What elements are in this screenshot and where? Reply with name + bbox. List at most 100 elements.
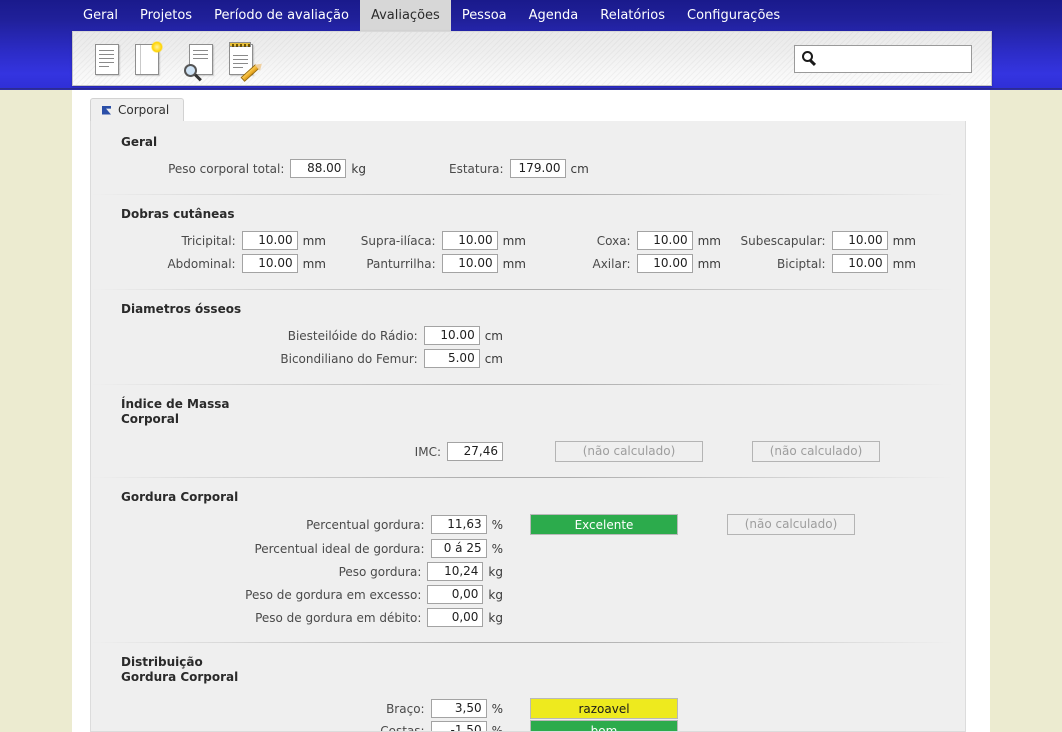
field-biciptal-unit: mm: [892, 256, 916, 271]
section-distribuicao-title: Distribuição Gordura Corporal: [121, 655, 261, 685]
field-percentual-gordura-input[interactable]: [430, 515, 487, 534]
field-costas-unit: %: [491, 723, 503, 732]
field-biesteiloide-do-radio-input[interactable]: [423, 326, 480, 345]
field-peso-gordura-debito-unit: kg: [488, 610, 503, 625]
search-icon: [802, 50, 813, 62]
field-percentual-ideal-unit: %: [491, 541, 503, 556]
nav-item-pessoa[interactable]: Pessoa: [451, 0, 518, 32]
section-gordura-title: Gordura Corporal: [121, 490, 239, 504]
gordura-row-5: Peso de gordura em débito: kg: [121, 608, 965, 627]
section-dobras-cutaneas: Dobras cutâneas Tricipital: mm Supra-ilí…: [91, 195, 965, 273]
gordura-status-2: (não calculado): [727, 514, 855, 535]
list-document-icon[interactable]: [92, 42, 122, 76]
field-bicondiliano-do-femur: Bicondiliano do Femur: cm: [121, 349, 503, 368]
toolbar: [72, 31, 992, 86]
field-peso-gordura-excesso-input[interactable]: [427, 585, 484, 604]
field-panturrilha-unit: mm: [502, 256, 526, 271]
nav-item-agenda[interactable]: Agenda: [518, 0, 590, 32]
field-tricipital-unit: mm: [302, 233, 326, 248]
field-abdominal-label: Abdominal:: [167, 256, 236, 271]
field-braco-unit: %: [491, 701, 503, 716]
field-panturrilha: Panturrilha: mm: [326, 254, 526, 273]
field-biciptal-label: Biciptal:: [777, 256, 826, 271]
field-axilar-label: Axilar:: [592, 256, 631, 271]
field-tricipital-input[interactable]: [241, 231, 298, 250]
section-indice-massa-corporal: Índice de Massa Corporal IMC: (não calcu…: [91, 385, 965, 462]
distribuicao-row-costas: Costas: % bom: [121, 720, 965, 732]
field-costas-input[interactable]: [430, 721, 487, 731]
section-diametros-title: Diametros ósseos: [121, 302, 242, 316]
imc-status-2: (não calculado): [752, 441, 880, 462]
field-costas-label: Costas:: [380, 723, 425, 732]
field-peso-gordura-unit: kg: [488, 564, 503, 579]
field-percentual-gordura-label: Percentual gordura:: [306, 517, 425, 532]
tab-corporal[interactable]: Corporal: [90, 98, 185, 121]
field-subescapular-unit: mm: [892, 233, 916, 248]
field-biciptal-input[interactable]: [831, 254, 888, 273]
field-estatura-input[interactable]: [509, 159, 566, 178]
section-geral-title: Geral: [121, 135, 158, 149]
gordura-row-1: Percentual gordura: % Excelente (não cal…: [121, 514, 965, 535]
field-peso-corporal-total-input[interactable]: [290, 159, 347, 178]
field-estatura: Estatura: cm: [449, 159, 589, 178]
field-imc-label: IMC:: [414, 444, 441, 459]
tab-corporal-label: Corporal: [118, 103, 170, 117]
section-diametros-osseos: Diametros ósseos Biesteilóide do Rádio: …: [91, 290, 965, 368]
nav-item-geral[interactable]: Geral: [72, 0, 129, 32]
document-edit-icon[interactable]: [226, 41, 260, 82]
field-panturrilha-label: Panturrilha:: [366, 256, 436, 271]
imc-status-1: (não calculado): [555, 441, 703, 462]
field-biesteiloide-do-radio-label: Biesteilóide do Rádio:: [287, 328, 418, 343]
field-percentual-gordura-unit: %: [491, 517, 503, 532]
field-bicondiliano-do-femur-input[interactable]: [423, 349, 480, 368]
field-imc-input[interactable]: [447, 442, 503, 461]
field-supra-iliaca: Supra-ilíaca: mm: [326, 231, 526, 250]
main-navigation: Geral Projetos Período de avaliação Aval…: [0, 0, 1062, 32]
gordura-row-2: Percentual ideal de gordura: %: [121, 539, 965, 558]
field-axilar-input[interactable]: [636, 254, 693, 273]
diametros-row-1: Biesteilóide do Rádio: cm: [121, 326, 965, 345]
nav-item-projetos[interactable]: Projetos: [129, 0, 203, 32]
section-geral: Geral Peso corporal total: kg Estatura: …: [91, 121, 965, 178]
field-peso-corporal-total: Peso corporal total: kg: [121, 159, 366, 178]
field-percentual-ideal-input[interactable]: [430, 539, 487, 558]
field-supra-iliaca-input[interactable]: [441, 231, 498, 250]
field-coxa-dobra-unit: mm: [697, 233, 721, 248]
gordura-row-4: Peso de gordura em excesso: kg: [121, 585, 965, 604]
field-tricipital: Tricipital: mm: [121, 231, 326, 250]
field-peso-gordura-debito: Peso de gordura em débito: kg: [121, 608, 503, 627]
new-document-icon[interactable]: [132, 40, 163, 76]
field-peso-corporal-total-label: Peso corporal total:: [168, 161, 285, 176]
field-subescapular-input[interactable]: [831, 231, 888, 250]
field-braco-input[interactable]: [430, 699, 487, 718]
field-axilar: Axilar: mm: [526, 254, 721, 273]
field-bicondiliano-do-femur-label: Bicondiliano do Femur:: [280, 351, 418, 366]
search-input[interactable]: [823, 50, 971, 67]
section-distribuicao-title-text: Distribuição Gordura Corporal: [121, 655, 239, 684]
new-badge-icon: [151, 40, 163, 53]
field-subescapular: Subescapular: mm: [721, 231, 916, 250]
nav-item-relatorios[interactable]: Relatórios: [589, 0, 676, 32]
app-window: Geral Projetos Período de avaliação Aval…: [0, 0, 1062, 732]
field-peso-gordura-debito-label: Peso de gordura em débito:: [255, 610, 422, 625]
gordura-status-badge: Excelente: [530, 514, 678, 535]
field-supra-iliaca-unit: mm: [502, 233, 526, 248]
field-coxa-dobra-input[interactable]: [636, 231, 693, 250]
field-peso-gordura-excesso: Peso de gordura em excesso: kg: [121, 585, 503, 604]
search-area: [794, 44, 972, 73]
field-subescapular-label: Subescapular:: [740, 233, 826, 248]
field-peso-gordura-input[interactable]: [427, 562, 484, 581]
field-abdominal-input[interactable]: [241, 254, 298, 273]
document-search-icon[interactable]: [184, 42, 216, 81]
nav-item-periodo-de-avaliacao[interactable]: Período de avaliação: [203, 0, 360, 32]
field-peso-corporal-total-unit: kg: [351, 161, 366, 176]
field-biesteiloide-do-radio-unit: cm: [484, 328, 503, 343]
field-peso-gordura-label: Peso gordura:: [338, 564, 422, 579]
field-braco: Braço: %: [121, 699, 503, 718]
field-panturrilha-input[interactable]: [441, 254, 498, 273]
search-box[interactable]: [794, 44, 972, 73]
field-peso-gordura-debito-input[interactable]: [427, 608, 484, 627]
notepad-binding: [229, 41, 251, 47]
nav-item-avaliacoes[interactable]: Avaliações: [359, 0, 451, 32]
nav-item-configuracoes[interactable]: Configurações: [676, 0, 791, 32]
